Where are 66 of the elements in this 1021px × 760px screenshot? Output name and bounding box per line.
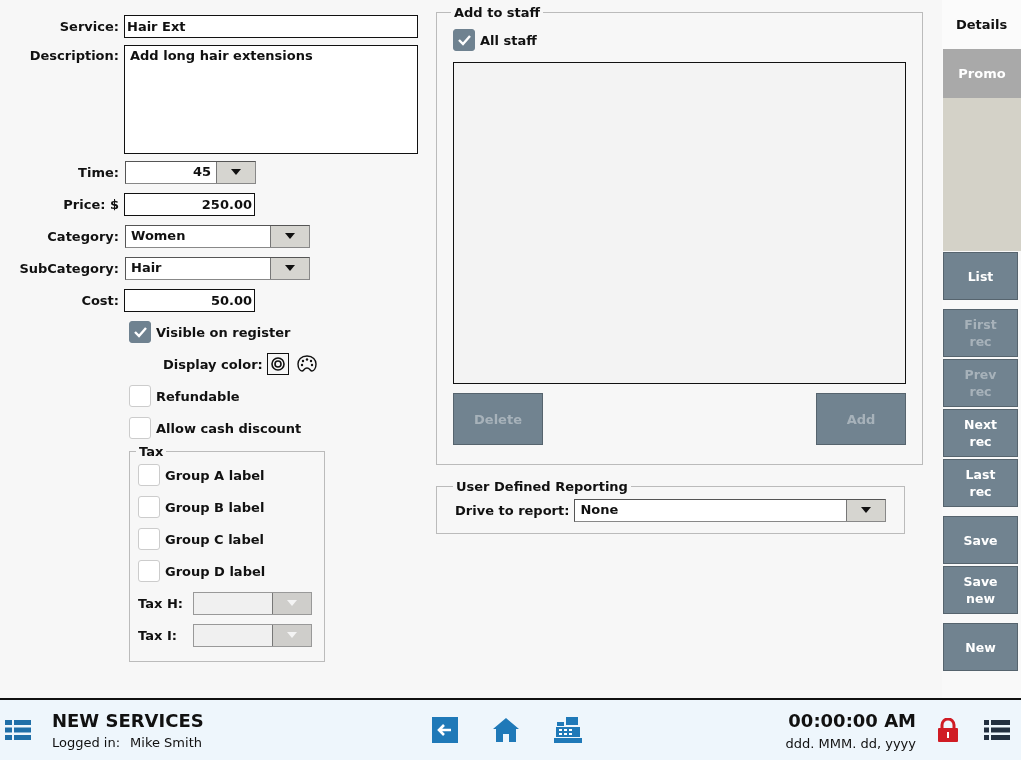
checkbox[interactable] <box>129 417 151 439</box>
list-icon[interactable] <box>984 720 1010 740</box>
text-area[interactable]: Add long hair extensions <box>124 45 418 154</box>
field-label: Price: $ <box>62 196 120 212</box>
checkbox[interactable] <box>138 528 160 550</box>
check-icon <box>133 326 147 338</box>
checkbox-label: Group C label <box>165 531 264 547</box>
field-label: SubCategory: <box>18 260 120 276</box>
side-tab[interactable]: Promo <box>943 49 1021 98</box>
checkbox[interactable] <box>129 385 151 407</box>
checkbox-label: Group A label <box>165 467 265 483</box>
nav-button[interactable]: List <box>943 252 1018 300</box>
field-label: Tax I: <box>138 627 178 643</box>
group-title: Tax <box>138 444 165 459</box>
checkbox[interactable] <box>138 560 160 582</box>
nav-button[interactable]: New <box>943 623 1018 671</box>
checkbox[interactable] <box>138 464 160 486</box>
caret-icon <box>231 169 241 175</box>
back-icon[interactable] <box>432 717 458 743</box>
field-label: Service: <box>58 18 120 34</box>
caret-icon <box>287 600 297 606</box>
checkbox-label: Group B label <box>165 499 265 515</box>
palette-icon[interactable] <box>296 355 317 373</box>
caret-icon <box>285 233 295 239</box>
group-title: User Defined Reporting <box>455 479 629 494</box>
checkbox-label: Refundable <box>156 388 240 404</box>
color-swatch-icon[interactable] <box>266 353 289 375</box>
checkbox[interactable] <box>129 321 151 343</box>
time-dropdown[interactable]: 45 <box>125 160 256 184</box>
field-label: Tax H: <box>138 595 184 611</box>
nav-button[interactable]: Save new <box>943 566 1018 614</box>
caret-icon <box>285 265 295 271</box>
number-field[interactable]: 50.00 <box>124 288 255 312</box>
nav-button[interactable]: Next rec <box>943 409 1018 457</box>
screen-title: NEW SERVICES <box>52 710 205 731</box>
caret-icon <box>861 507 871 513</box>
caret-icon <box>287 632 297 638</box>
checkbox-label: Allow cash discount <box>156 420 302 436</box>
checkbox-label: All staff <box>480 32 537 48</box>
field-label: Description: <box>28 47 120 63</box>
field-label: Time: <box>77 164 120 180</box>
user-name: Mike Smith <box>130 735 202 750</box>
dropdown[interactable]: Women <box>125 224 310 248</box>
field-label: Drive to report: <box>455 502 570 518</box>
checkbox-label: Group D label <box>165 563 266 579</box>
field-label: Cost: <box>80 292 120 308</box>
number-field[interactable]: 250.00 <box>124 192 255 216</box>
checkbox-label: Visible on register <box>156 324 291 340</box>
field-label: Category: <box>46 228 120 244</box>
nav-button[interactable]: Save <box>943 516 1018 564</box>
date-text: ddd. MMM. dd, yyyy <box>785 735 916 751</box>
lock-icon[interactable] <box>938 718 958 742</box>
checkbox[interactable] <box>138 496 160 518</box>
text-field[interactable]: Hair Ext <box>124 14 418 38</box>
dropdown[interactable]: Hair <box>125 256 310 280</box>
cash-register-icon[interactable] <box>554 717 582 743</box>
clock-time: 00:00:00 AM <box>788 709 916 731</box>
nav-button[interactable]: Last rec <box>943 459 1018 507</box>
group-title: Add to staff <box>453 5 542 20</box>
logged-in-label: Logged in: <box>52 735 121 750</box>
dropdown[interactable]: None <box>574 498 886 522</box>
home-icon[interactable] <box>492 717 520 743</box>
display-color-label: Display color: <box>163 356 263 372</box>
checkbox[interactable] <box>453 29 475 51</box>
check-icon <box>457 34 471 46</box>
grid-menu-icon[interactable] <box>5 720 31 740</box>
